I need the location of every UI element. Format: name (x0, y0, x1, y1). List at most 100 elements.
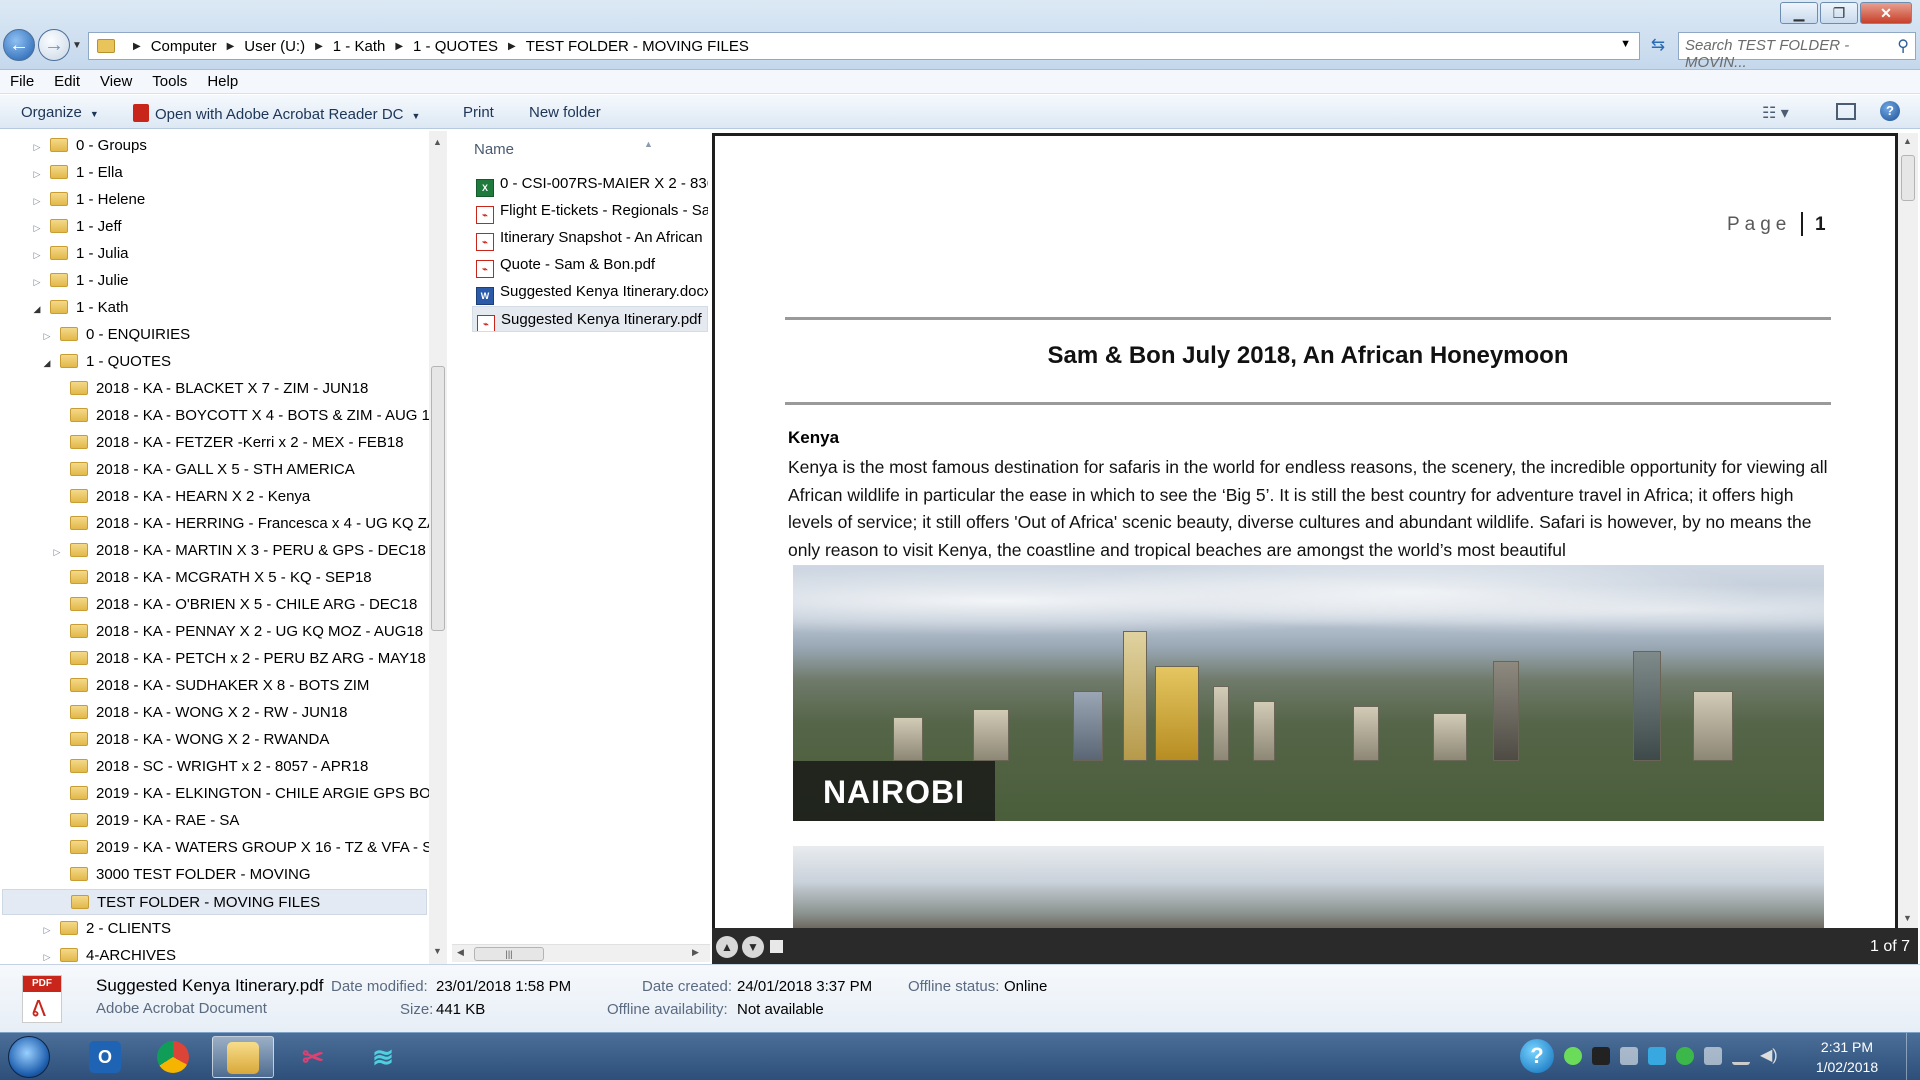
flag-icon[interactable] (1704, 1047, 1722, 1065)
tree-item[interactable]: 2018 - SC - WRIGHT x 2 - 8057 - APR18 (0, 754, 428, 780)
scroll-thumb[interactable]: ||| (474, 947, 544, 961)
tree-item[interactable]: ▷ 0 - Groups (0, 133, 428, 159)
breadcrumb-kath[interactable]: 1 - Kath (333, 38, 386, 55)
scroll-up-icon[interactable]: ▲ (1903, 136, 1912, 146)
help-tray-icon[interactable]: ? (1520, 1039, 1554, 1073)
file-row[interactable]: ⌁ Suggested Kenya Itinerary.pdf (472, 306, 708, 332)
chevron-right-icon[interactable]: ▶ (133, 41, 141, 52)
scroll-down-icon[interactable]: ▼ (1903, 913, 1912, 923)
chevron-right-icon[interactable]: ▶ (227, 41, 235, 52)
minimize-button[interactable]: ▁ (1780, 2, 1818, 24)
tree-item[interactable]: ▷ 1 - Jeff (0, 214, 428, 240)
file-row[interactable]: ⌁ Flight E-tickets - Regionals - Sa (472, 198, 708, 224)
chevron-right-icon[interactable]: ▶ (315, 41, 323, 52)
breadcrumb-quotes[interactable]: 1 - QUOTES (413, 38, 498, 55)
collapsed-arrow-icon[interactable]: ▷ (30, 134, 44, 160)
preview-pane-icon[interactable] (1836, 103, 1856, 120)
tree-item[interactable]: 2019 - KA - ELKINGTON - CHILE ARGIE GPS … (0, 781, 446, 807)
address-dropdown-icon[interactable]: ▼ (1620, 38, 1631, 50)
scroll-right-icon[interactable]: ▶ (692, 947, 699, 958)
tree-item[interactable]: 2018 - KA - MCGRATH X 5 - KQ - SEP18 (0, 565, 428, 591)
collapsed-arrow-icon[interactable]: ▷ (40, 323, 54, 349)
chevron-right-icon[interactable]: ▶ (395, 41, 403, 52)
start-button[interactable] (8, 1036, 50, 1078)
expanded-arrow-icon[interactable]: ◢ (30, 296, 44, 322)
tree-item[interactable]: 2019 - KA - WATERS GROUP X 16 - TZ & VFA… (0, 835, 442, 861)
help-icon[interactable]: ? (1880, 101, 1900, 121)
tree-item[interactable]: TEST FOLDER - MOVING FILES (2, 889, 427, 915)
refresh-button[interactable]: ⇆ (1642, 32, 1674, 60)
show-desktop-button[interactable] (1906, 1033, 1920, 1080)
restore-button[interactable]: ❐ (1820, 2, 1858, 24)
scroll-down-icon[interactable]: ▼ (433, 946, 442, 956)
tree-item[interactable]: 2018 - KA - BLACKET X 7 - ZIM - JUN18 (0, 376, 428, 402)
tree-item[interactable]: 2018 - KA - WONG X 2 - RW - JUN18 (0, 700, 428, 726)
power-icon[interactable] (1564, 1047, 1582, 1065)
tree-item[interactable]: ▷ 0 - ENQUIRIES (0, 322, 428, 348)
menu-edit[interactable]: Edit (54, 73, 80, 90)
volume-icon[interactable]: ◀) (1760, 1047, 1778, 1065)
menu-help[interactable]: Help (207, 73, 238, 90)
print-button[interactable]: Print (463, 104, 494, 121)
collapsed-arrow-icon[interactable]: ▷ (30, 242, 44, 268)
tree-item[interactable]: 2018 - KA - O'BRIEN X 5 - CHILE ARG - DE… (0, 592, 428, 618)
menu-file[interactable]: File (10, 73, 34, 90)
collapsed-arrow-icon[interactable]: ▷ (50, 539, 64, 565)
close-button[interactable]: ✕ (1860, 2, 1912, 24)
new-folder-button[interactable]: New folder (529, 104, 601, 121)
tree-item[interactable]: 2018 - KA - HEARN X 2 - Kenya (0, 484, 428, 510)
pdf-preview-pane[interactable]: Page 1 Sam & Bon July 2018, An African H… (712, 133, 1898, 928)
select-tool-icon[interactable] (770, 940, 783, 953)
search-input[interactable]: Search TEST FOLDER - MOVIN... ⚲ (1678, 32, 1916, 71)
network-icon[interactable] (1732, 1047, 1750, 1065)
collapsed-arrow-icon[interactable]: ▷ (30, 188, 44, 214)
recent-pages-dropdown[interactable]: ▼ (72, 40, 82, 51)
scroll-left-icon[interactable]: ◀ (457, 947, 464, 958)
change-view-icon[interactable]: ☷ ▾ (1762, 103, 1789, 123)
collapsed-arrow-icon[interactable]: ▷ (30, 215, 44, 241)
clock[interactable]: 2:31 PM 1/02/2018 (1810, 1037, 1884, 1077)
tree-item[interactable]: ▷ 2 - CLIENTS (0, 916, 428, 942)
page-down-icon[interactable]: ▼ (742, 936, 764, 958)
app-taskbar-button[interactable]: ≋ (352, 1036, 414, 1078)
file-list-horizontal-scrollbar[interactable]: ◀ ||| ▶ (452, 944, 710, 962)
column-header-name[interactable]: Name ▲ (474, 139, 653, 158)
tree-item[interactable]: 2018 - KA - FETZER -Kerri x 2 - MEX - FE… (0, 430, 428, 456)
forward-button[interactable]: → (38, 29, 70, 61)
chevron-right-icon[interactable]: ▶ (508, 41, 516, 52)
file-row[interactable]: W Suggested Kenya Itinerary.docx (472, 279, 708, 305)
tree-item[interactable]: 2018 - KA - HERRING - Francesca x 4 - UG… (0, 511, 446, 537)
navigation-scrollbar[interactable]: ▲ ▼ (429, 131, 447, 964)
tree-item[interactable]: ▷ 1 - Julie (0, 268, 428, 294)
file-row[interactable]: ⌁ Itinerary Snapshot - An African (472, 225, 708, 251)
open-with-button[interactable]: Open with Adobe Acrobat Reader DC ▼ (133, 104, 420, 123)
tree-item[interactable]: ▷ 2018 - KA - MARTIN X 3 - PERU & GPS - D… (0, 538, 428, 564)
tree-item[interactable]: ▷ 1 - Julia (0, 241, 428, 267)
snipping-tool-taskbar-button[interactable]: ✂ (282, 1036, 344, 1078)
scroll-thumb[interactable] (431, 366, 445, 631)
organize-button[interactable]: Organize ▼ (21, 104, 99, 121)
outlook-taskbar-button[interactable]: O (74, 1036, 136, 1078)
tree-item[interactable]: 2018 - KA - WONG X 2 - RWANDA (0, 727, 428, 753)
tree-item[interactable]: 2018 - KA - PENNAY X 2 - UG KQ MOZ - AUG… (0, 619, 428, 645)
page-up-icon[interactable]: ▲ (716, 936, 738, 958)
tree-item[interactable]: 2018 - KA - PETCH x 2 - PERU BZ ARG - MA… (0, 646, 428, 672)
tree-item[interactable]: ◢ 1 - QUOTES (0, 349, 428, 375)
menu-tools[interactable]: Tools (152, 73, 187, 90)
file-row[interactable]: ⌁ Quote - Sam & Bon.pdf (472, 252, 708, 278)
scroll-thumb[interactable] (1901, 155, 1915, 201)
app-tray-icon[interactable] (1592, 1047, 1610, 1065)
collapsed-arrow-icon[interactable]: ▷ (40, 944, 54, 964)
chrome-taskbar-button[interactable] (142, 1036, 204, 1078)
breadcrumb-user-drive[interactable]: User (U:) (244, 38, 305, 55)
collapsed-arrow-icon[interactable]: ▷ (30, 161, 44, 187)
collapsed-arrow-icon[interactable]: ▷ (30, 269, 44, 295)
tree-item[interactable]: 2018 - KA - SUDHAKER X 8 - BOTS ZIM (0, 673, 428, 699)
tree-item[interactable]: ▷ 1 - Helene (0, 187, 428, 213)
tree-item[interactable]: 2018 - KA - GALL X 5 - STH AMERICA (0, 457, 428, 483)
collapsed-arrow-icon[interactable]: ▷ (40, 917, 54, 943)
tree-item[interactable]: ▷ 4-ARCHIVES (0, 943, 428, 964)
monitor-icon[interactable] (1620, 1047, 1638, 1065)
tree-item[interactable]: ◢ 1 - Kath (0, 295, 428, 321)
back-button[interactable]: ← (3, 29, 35, 61)
